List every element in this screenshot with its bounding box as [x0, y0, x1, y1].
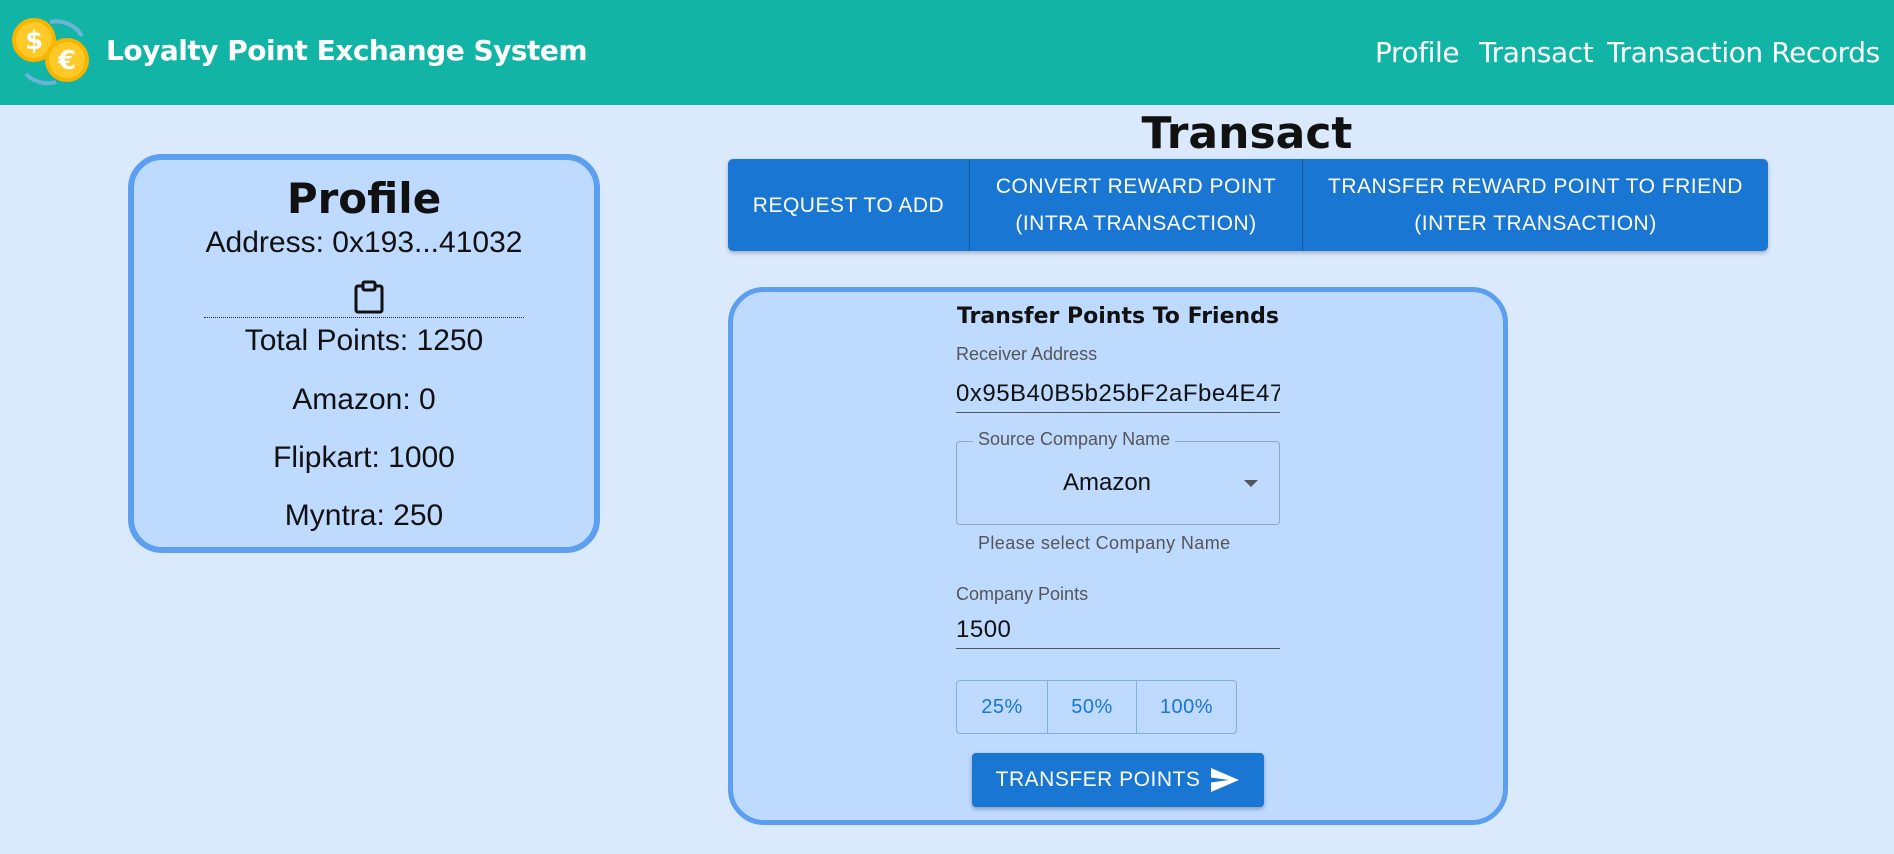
tab-convert-sublabel: (INTRA TRANSACTION) — [1015, 212, 1257, 235]
tab-transfer-label: TRANSFER REWARD POINT TO FRIEND — [1328, 175, 1743, 198]
percentage-button-group: 25% 50% 100% — [956, 680, 1237, 734]
source-company-label: Source Company Name — [973, 429, 1176, 450]
tab-request-to-add[interactable]: REQUEST TO ADD — [728, 159, 969, 251]
profile-divider — [204, 317, 524, 318]
tab-transfer-sublabel: (INTER TRANSACTION) — [1414, 212, 1657, 235]
receiver-address-input[interactable] — [956, 375, 1280, 413]
app-header: $ € Loyalty Point Exchange System Profil… — [0, 0, 1894, 105]
flipkart-points: Flipkart: 1000 — [273, 441, 455, 474]
nav-profile-link[interactable]: Profile — [1375, 36, 1460, 69]
tab-convert-label: CONVERT REWARD POINT — [995, 175, 1277, 198]
receiver-address-label: Receiver Address — [956, 344, 1098, 364]
company-points-input[interactable] — [956, 611, 1280, 649]
tab-convert-reward-point[interactable]: CONVERT REWARD POINT (INTRA TRANSACTION) — [969, 159, 1302, 251]
transact-title: Transact — [1141, 108, 1353, 159]
percent-25-button[interactable]: 25% — [957, 681, 1047, 733]
transfer-points-label: TRANSFER POINTS — [995, 768, 1201, 791]
clipboard-icon[interactable] — [353, 280, 385, 314]
transaction-tabs: REQUEST TO ADD CONVERT REWARD POINT (INT… — [728, 159, 1768, 251]
transfer-points-card: Transfer Points To Friends Receiver Addr… — [728, 287, 1508, 825]
percent-100-button[interactable]: 100% — [1136, 681, 1236, 733]
total-points: Total Points: 1250 — [244, 324, 484, 357]
svg-text:€: € — [57, 46, 76, 76]
app-title: Loyalty Point Exchange System — [106, 34, 588, 67]
tab-request-label: REQUEST TO ADD — [752, 193, 945, 217]
transfer-form-title: Transfer Points To Friends — [956, 304, 1280, 329]
amazon-points: Amazon: 0 — [292, 383, 436, 416]
company-points-label: Company Points — [956, 584, 1089, 604]
source-company-value: Amazon — [1062, 469, 1152, 496]
send-icon — [1211, 768, 1240, 792]
source-company-select[interactable]: Source Company Name Amazon — [956, 429, 1280, 525]
nav-transaction-records-link[interactable]: Transaction Records — [1607, 36, 1880, 69]
company-helper-text: Please select Company Name — [978, 533, 1231, 553]
myntra-points: Myntra: 250 — [284, 499, 444, 532]
tab-transfer-reward-point[interactable]: TRANSFER REWARD POINT TO FRIEND (INTER T… — [1302, 159, 1768, 251]
wallet-address: Address: 0x193...41032 — [205, 226, 523, 259]
nav-transact-link[interactable]: Transact — [1479, 36, 1594, 69]
transfer-points-button[interactable]: TRANSFER POINTS — [972, 753, 1264, 807]
caret-down-icon — [1244, 480, 1258, 487]
svg-text:$: $ — [25, 26, 43, 56]
profile-title: Profile — [286, 174, 442, 223]
coin-exchange-logo-icon: $ € — [12, 18, 89, 86]
percent-50-button[interactable]: 50% — [1047, 681, 1136, 733]
profile-card: Profile Address: 0x193...41032 Total Poi… — [128, 154, 600, 553]
